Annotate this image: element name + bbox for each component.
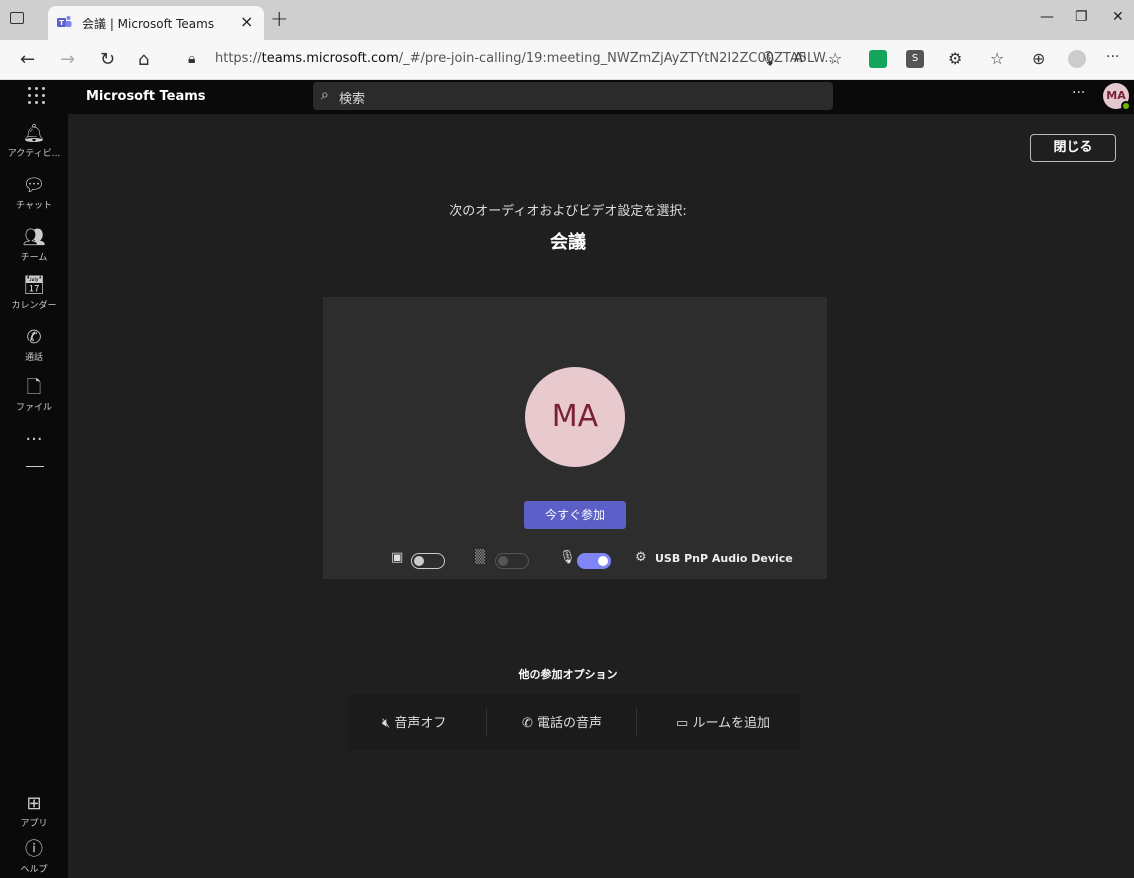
presence-indicator: [1121, 101, 1131, 111]
collections-icon[interactable]: ⊕: [1032, 49, 1045, 68]
url-bar[interactable]: https://teams.microsoft.com/_#/pre-join-…: [215, 51, 837, 66]
more-options-icon[interactable]: ···: [1072, 85, 1085, 101]
rail-item-teams[interactable]: 👥︎ チーム: [0, 227, 68, 264]
rail-more-button[interactable]: ···: [0, 430, 68, 450]
camera-toggle[interactable]: [411, 553, 445, 569]
rail-item-calls[interactable]: ✆ 通話: [0, 327, 68, 364]
divider: [486, 708, 487, 736]
close-window-icon[interactable]: ✕: [1112, 9, 1124, 25]
join-now-button[interactable]: 今すぐ参加: [524, 501, 626, 529]
favorites-bar-icon[interactable]: ☆: [990, 49, 1004, 68]
home-icon[interactable]: ⌂: [138, 49, 149, 70]
other-options-heading: 他の参加オプション: [518, 668, 618, 681]
device-settings-icon[interactable]: ⚙︎: [635, 550, 647, 565]
profile-icon[interactable]: [1068, 50, 1086, 68]
minimize-icon[interactable]: —: [1040, 9, 1054, 25]
divider: [636, 708, 637, 736]
read-aloud-icon[interactable]: A⁾: [794, 51, 806, 66]
close-button[interactable]: 閉じる: [1030, 134, 1116, 162]
rail-divider: [26, 466, 44, 467]
microphone-toggle[interactable]: [577, 553, 611, 569]
audio-device-label[interactable]: USB PnP Audio Device: [655, 552, 793, 565]
phone-audio-option[interactable]: ✆ 電話の音声: [522, 712, 602, 731]
file-icon: 🗋: [26, 377, 42, 398]
extension-s-icon[interactable]: S: [906, 50, 924, 68]
forward-icon[interactable]: →: [60, 49, 75, 70]
rail-item-apps[interactable]: ⊞ アプリ: [0, 793, 68, 830]
phone-icon: ✆: [26, 327, 42, 348]
new-tab-button[interactable]: +: [270, 7, 288, 32]
extensions-icon[interactable]: ⚙︎: [948, 49, 962, 68]
more-apps-icon: ···: [25, 429, 43, 450]
app-rail: 🔔︎ アクティビ... 💬︎ チャット 👥︎ チーム 📅︎ カレンダー ✆ 通話…: [0, 114, 68, 878]
browser-toolbar: ← → ↻ ⌂ 🔒︎ https://teams.microsoft.com/_…: [0, 40, 1134, 80]
teams-header: Microsoft Teams ⌕ 検索 ··· MA: [0, 80, 1134, 114]
close-tab-icon[interactable]: ×: [240, 12, 253, 31]
bell-icon: 🔔︎: [22, 123, 46, 144]
add-room-option[interactable]: ▭ ルームを追加: [676, 712, 770, 731]
microphone-icon: 🎙︎: [559, 550, 576, 565]
rail-item-activity[interactable]: 🔔︎ アクティビ...: [0, 123, 68, 160]
favorite-icon[interactable]: ☆: [828, 49, 842, 68]
settings-subtitle: 次のオーディオおよびビデオ設定を選択:: [449, 204, 687, 219]
device-controls: ▣ ▒ 🎙︎ ⚙︎ USB PnP Audio Device: [323, 545, 827, 575]
search-input[interactable]: ⌕ 検索: [313, 82, 833, 110]
help-icon: ⓘ: [25, 839, 43, 860]
search-placeholder: 検索: [339, 92, 366, 107]
refresh-icon[interactable]: ↻: [100, 49, 115, 70]
avatar: MA: [525, 367, 625, 467]
teams-logo-icon: T: [57, 16, 72, 27]
app-name: Microsoft Teams: [86, 89, 206, 104]
rail-item-files[interactable]: 🗋 ファイル: [0, 377, 68, 414]
blur-toggle[interactable]: [495, 553, 529, 569]
phone-icon: ✆: [522, 716, 533, 731]
prejoin-screen: 閉じる 次のオーディオおよびビデオ設定を選択: 会議 MA 今すぐ参加 ▣ ▒ …: [68, 114, 1134, 878]
rail-item-calendar[interactable]: 📅︎ カレンダー: [0, 275, 68, 312]
teams-icon: 👥︎: [22, 227, 46, 248]
speaker-mute-icon: 🔇︎: [382, 716, 391, 731]
apps-icon: ⊞: [26, 793, 42, 814]
app-launcher-icon[interactable]: [28, 87, 46, 105]
tab-title: 会議 | Microsoft Teams: [82, 17, 215, 31]
microphone-icon[interactable]: 🎙︎: [760, 51, 778, 67]
extension-green-icon[interactable]: [869, 50, 887, 68]
search-icon: ⌕: [321, 87, 329, 103]
other-join-options: 🔇︎ 音声オフ ✆ 電話の音声 ▭ ルームを追加: [348, 694, 800, 750]
browser-tab-active[interactable]: T 会議 | Microsoft Teams ×: [48, 6, 264, 40]
video-preview: MA 今すぐ参加 ▣ ▒ 🎙︎ ⚙︎ USB PnP Audio Device: [323, 297, 827, 579]
meeting-title: 会議: [550, 232, 586, 253]
restore-icon[interactable]: ❐: [1075, 9, 1088, 25]
lock-icon[interactable]: 🔒︎: [188, 51, 195, 67]
rail-item-chat[interactable]: 💬︎ チャット: [0, 175, 68, 212]
browser-tabbar: T 会議 | Microsoft Teams × + — ❐ ✕: [0, 0, 1134, 40]
svg-text:T: T: [59, 19, 64, 27]
chat-icon: 💬︎: [22, 175, 46, 196]
camera-off-icon: ▣: [391, 550, 404, 565]
background-blur-icon: ▒: [475, 550, 485, 565]
cast-screen-icon: ▭: [676, 716, 689, 731]
avatar[interactable]: MA: [1103, 83, 1131, 111]
back-icon[interactable]: ←: [20, 49, 35, 70]
rail-item-help[interactable]: ⓘ ヘルプ: [0, 839, 68, 876]
audio-off-option[interactable]: 🔇︎ 音声オフ: [382, 712, 446, 731]
calendar-icon: 📅︎: [22, 275, 46, 296]
tab-actions-icon[interactable]: [10, 12, 24, 24]
browser-menu-icon[interactable]: ···: [1106, 49, 1119, 65]
